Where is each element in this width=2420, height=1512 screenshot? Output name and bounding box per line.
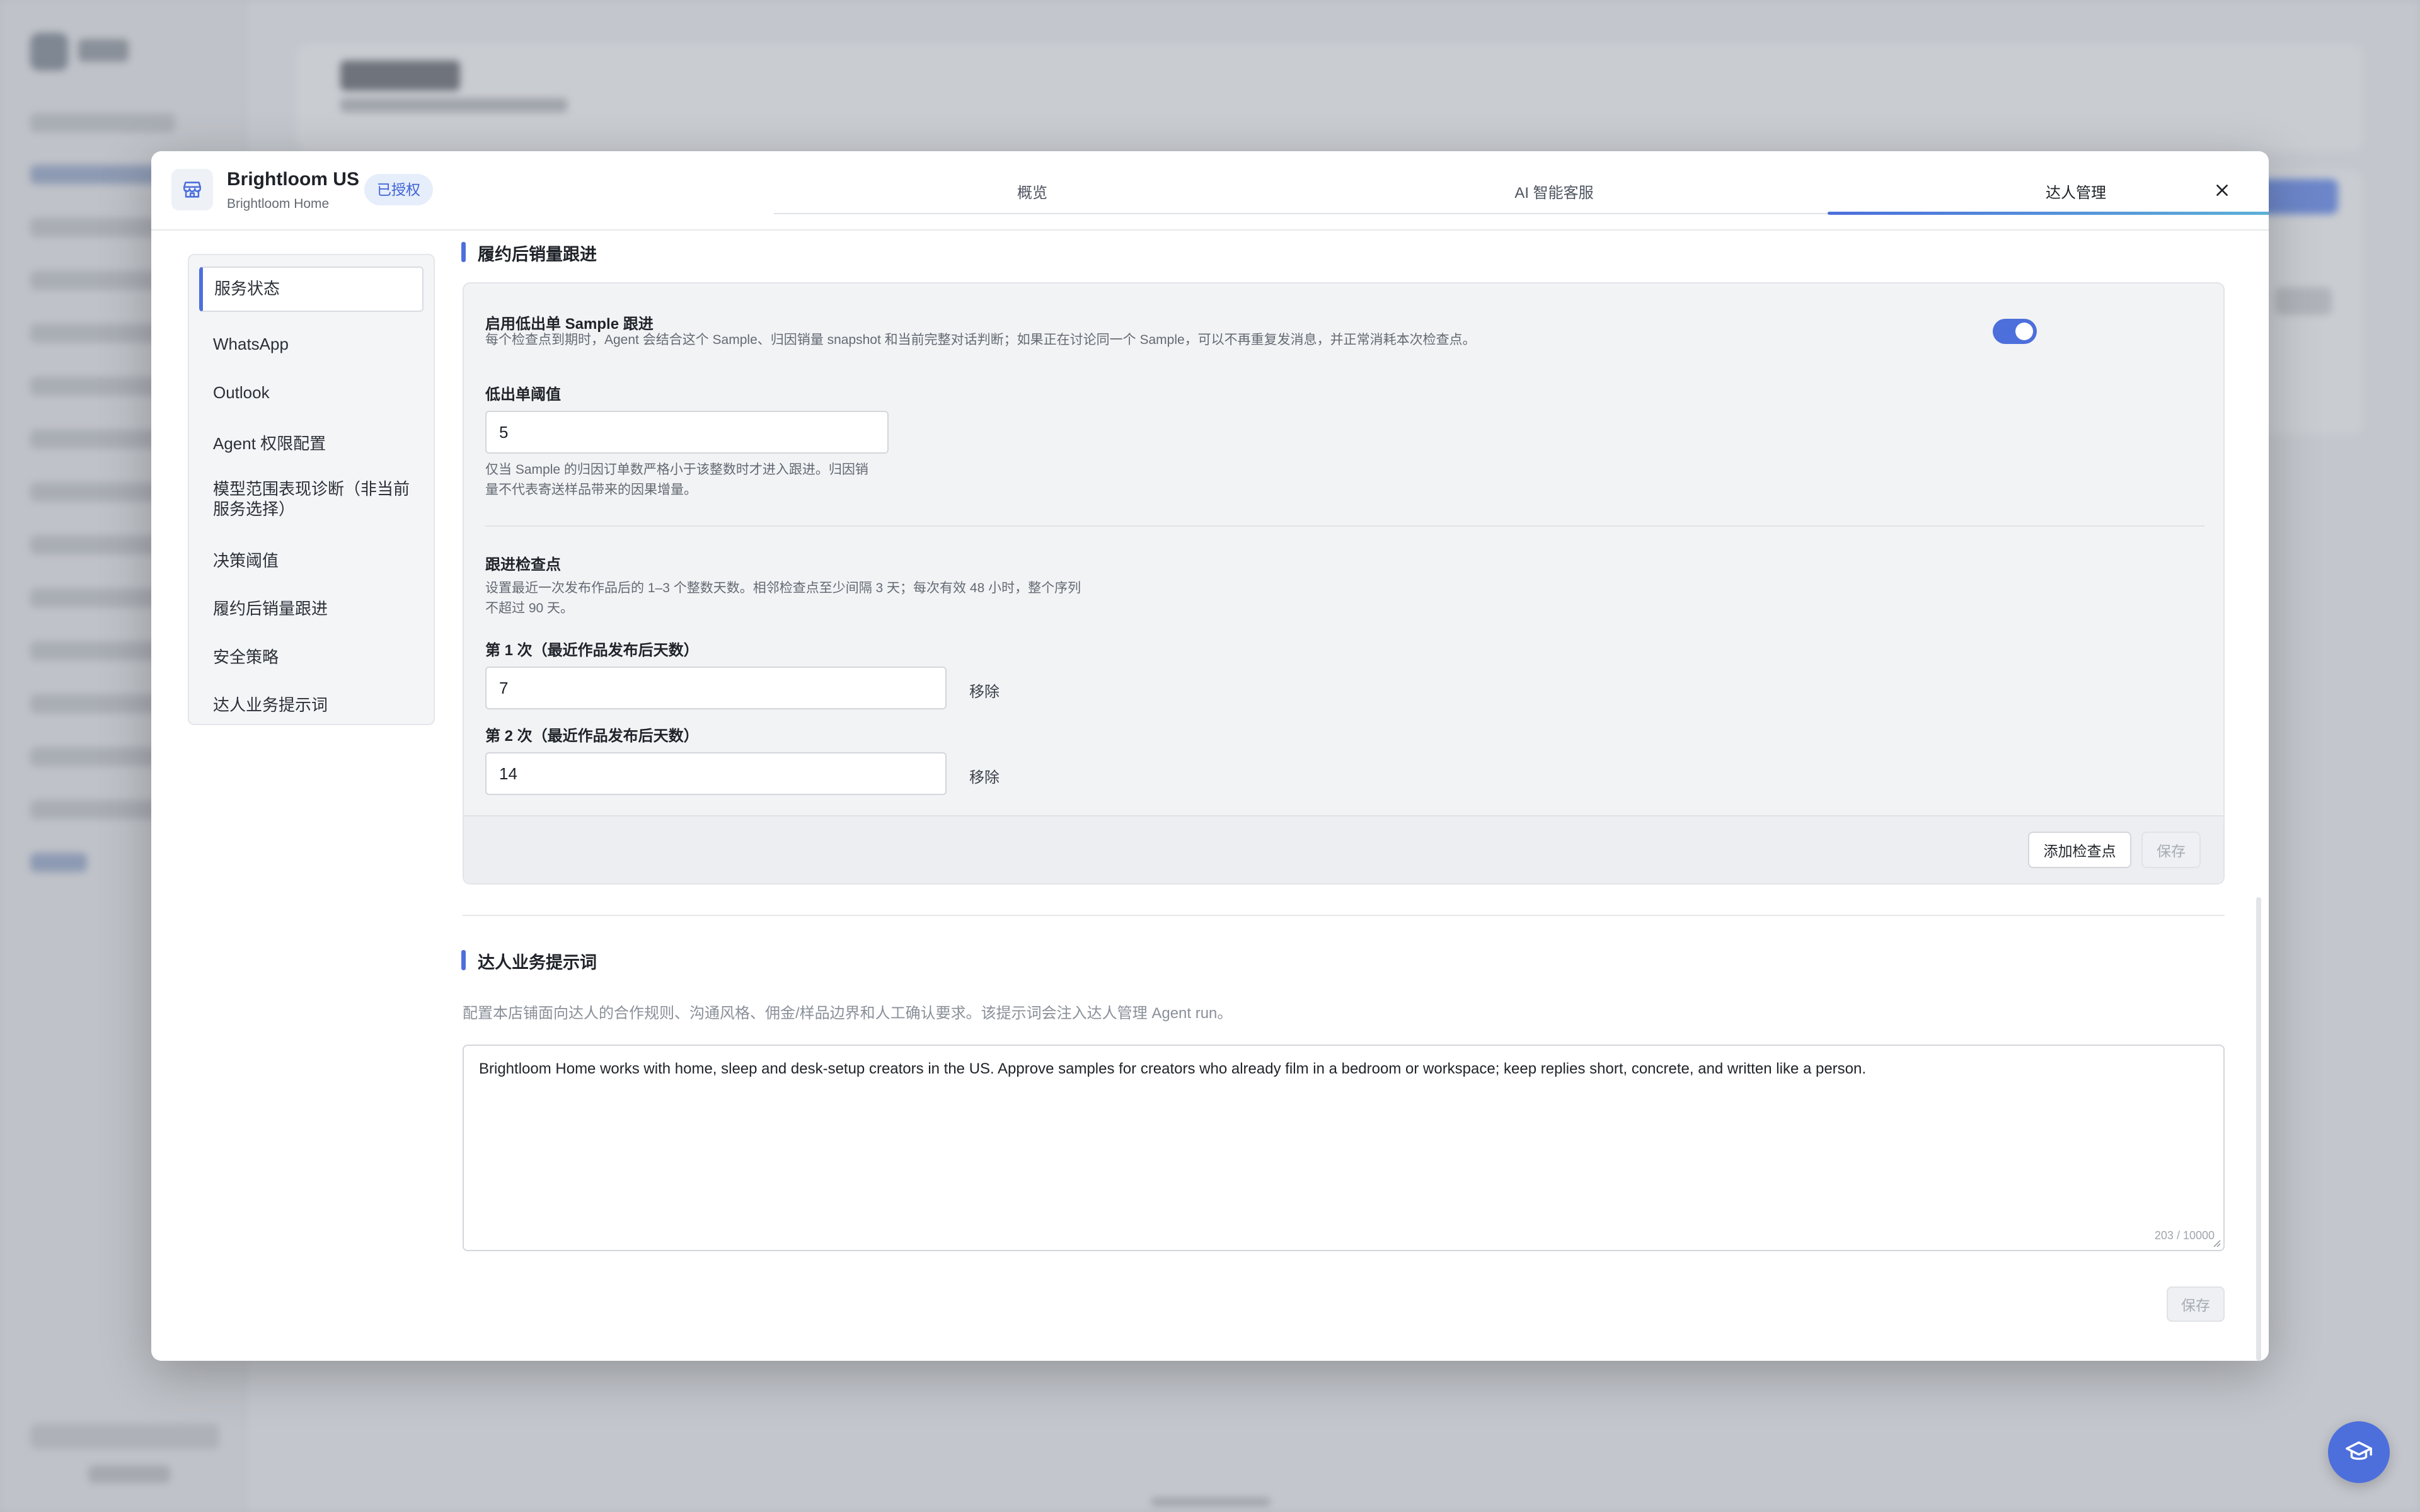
followup-save-button[interactable]: 保存	[2141, 832, 2201, 868]
store-icon	[171, 169, 213, 210]
modal-scrollbar[interactable]	[2256, 897, 2261, 1361]
checkpoints-description-line-1: 设置最近一次发布作品后的 1–3 个整数天数。相邻检查点至少间隔 3 天；每次有…	[485, 581, 1081, 595]
side-nav-item-service-status[interactable]: 服务状态	[199, 266, 424, 312]
checkpoint-1-remove-button[interactable]: 移除	[969, 679, 1000, 701]
modal-header: Brightloom US Brightloom Home 已授权 概览 AI …	[151, 151, 2269, 231]
creator-prompt-description: 配置本店铺面向达人的合作规则、沟通风格、佣金/样品边界和人工确认要求。该提示词会…	[463, 1005, 1233, 1022]
checkpoint-2-remove-button[interactable]: 移除	[969, 765, 1000, 787]
enable-followup-toggle[interactable]	[1993, 319, 2037, 344]
followup-panel-footer: 添加检查点 保存	[464, 815, 2223, 883]
side-nav-item-model-diagnosis[interactable]: 模型范围表现诊断（非当前服务选择）	[199, 479, 424, 519]
creator-prompt-textarea[interactable]: Brightloom Home works with home, sleep a…	[463, 1045, 2225, 1251]
settings-side-nav: 服务状态 WhatsApp Outlook Agent 权限配置 模型范围表现诊…	[188, 254, 435, 725]
side-nav-item-decision-threshold[interactable]: 决策阈值	[199, 548, 424, 571]
background-header	[296, 44, 2363, 151]
help-fab-button[interactable]	[2328, 1421, 2390, 1483]
background-nav-item	[30, 853, 87, 872]
tab-creator-management[interactable]: 达人管理	[2046, 180, 2106, 202]
section-title-followup: 履约后销量跟进	[461, 241, 597, 265]
store-settings-modal: Brightloom US Brightloom Home 已授权 概览 AI …	[151, 151, 2269, 1361]
followup-panel: 启用低出单 Sample 跟进 每个检查点到期时，Agent 会结合这个 Sam…	[463, 282, 2225, 885]
background-bottom-line	[88, 1465, 170, 1483]
background-subtitle	[340, 98, 567, 112]
side-nav-item-post-fulfillment-followup[interactable]: 履约后销量跟进	[199, 596, 424, 619]
background-scrollbar	[1151, 1498, 1270, 1506]
section-title-creator-prompt: 达人业务提示词	[461, 949, 597, 973]
side-nav-item-agent-permissions[interactable]: Agent 权限配置	[199, 431, 424, 454]
checkpoint-2-input[interactable]: 14	[485, 752, 947, 795]
background-title	[340, 60, 460, 91]
section-separator	[463, 915, 2225, 916]
checkpoints-description-line-2: 不超过 90 天。	[485, 601, 574, 616]
panel-divider	[485, 525, 2204, 527]
tab-overview[interactable]: 概览	[1017, 180, 1047, 202]
background-logo	[30, 33, 68, 71]
character-count: 203 / 10000	[2154, 1229, 2215, 1242]
creator-prompt-text: Brightloom Home works with home, sleep a…	[479, 1060, 1867, 1077]
tab-ai-customer-service[interactable]: AI 智能客服	[1514, 180, 1593, 202]
enable-followup-description: 每个检查点到期时，Agent 会结合这个 Sample、归因销量 snapsho…	[485, 333, 1476, 347]
store-subtitle: Brightloom Home	[227, 197, 330, 211]
resize-grip-icon[interactable]	[2212, 1239, 2221, 1247]
background-bottom-icons	[30, 1424, 219, 1449]
close-icon	[2216, 185, 2228, 196]
prompt-save-button[interactable]: 保存	[2167, 1286, 2225, 1322]
background-small-button	[2275, 287, 2332, 315]
side-nav-item-outlook[interactable]: Outlook	[199, 383, 424, 403]
add-checkpoint-button[interactable]: 添加检查点	[2028, 832, 2131, 868]
threshold-label: 低出单阈值	[485, 386, 561, 403]
threshold-description-line-1: 仅当 Sample 的归因订单数严格小于该整数时才进入跟进。归因销	[485, 462, 868, 477]
checkpoints-title: 跟进检查点	[485, 556, 561, 573]
checkpoint-1-label: 第 1 次（最近作品发布后天数）	[485, 642, 699, 659]
side-nav-item-security-policy[interactable]: 安全策略	[199, 644, 424, 668]
active-tab-indicator	[1828, 212, 2269, 215]
threshold-input[interactable]: 5	[485, 411, 889, 454]
side-nav-item-creator-prompt[interactable]: 达人业务提示词	[199, 692, 424, 716]
authorized-badge: 已授权	[364, 174, 433, 205]
side-nav-item-whatsapp[interactable]: WhatsApp	[199, 335, 424, 354]
graduation-cap-icon	[2346, 1441, 2372, 1460]
background-logo-text	[78, 39, 129, 62]
background-nav-item	[30, 113, 175, 132]
close-button[interactable]	[2210, 178, 2235, 203]
store-name: Brightloom US	[227, 169, 359, 190]
checkpoint-2-label: 第 2 次（最近作品发布后天数）	[485, 728, 699, 745]
checkpoint-1-input[interactable]: 7	[485, 667, 947, 709]
threshold-description-line-2: 量不代表寄送样品带来的因果增量。	[485, 483, 697, 497]
